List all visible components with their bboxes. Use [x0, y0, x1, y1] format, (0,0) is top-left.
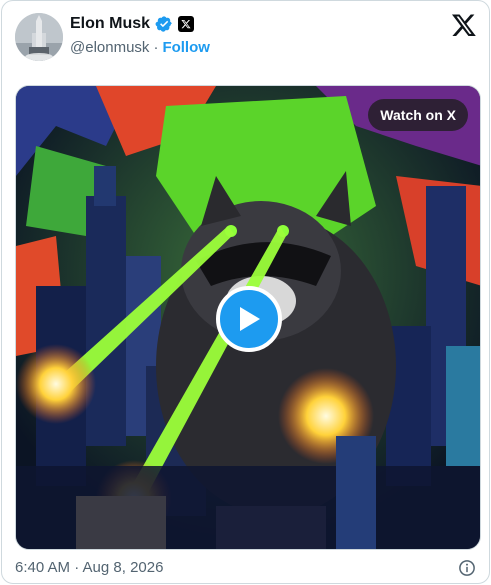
tweet-embed-card: Elon Musk @elonmusk · Follow Watch on X …: [1, 0, 490, 584]
timestamp[interactable]: 6:40 AM · Aug 8, 2026: [15, 559, 163, 576]
watch-on-x-button[interactable]: Watch on X: [368, 99, 468, 131]
author-handle[interactable]: @elonmusk: [70, 39, 149, 56]
follow-button[interactable]: Follow: [162, 39, 210, 56]
play-button[interactable]: [216, 286, 282, 352]
info-icon[interactable]: [458, 559, 476, 577]
author-name-row: Elon Musk: [70, 15, 195, 33]
author-name[interactable]: Elon Musk: [70, 15, 150, 33]
x-affiliation-icon: [178, 16, 195, 32]
verified-badge-icon: [155, 16, 172, 32]
author-handle-row: @elonmusk · Follow: [70, 39, 210, 56]
play-icon: [240, 307, 260, 331]
separator-dot: ·: [153, 39, 159, 56]
video-media[interactable]: Watch on X: [15, 85, 481, 550]
avatar[interactable]: [15, 13, 63, 61]
x-logo-icon[interactable]: [451, 12, 477, 38]
